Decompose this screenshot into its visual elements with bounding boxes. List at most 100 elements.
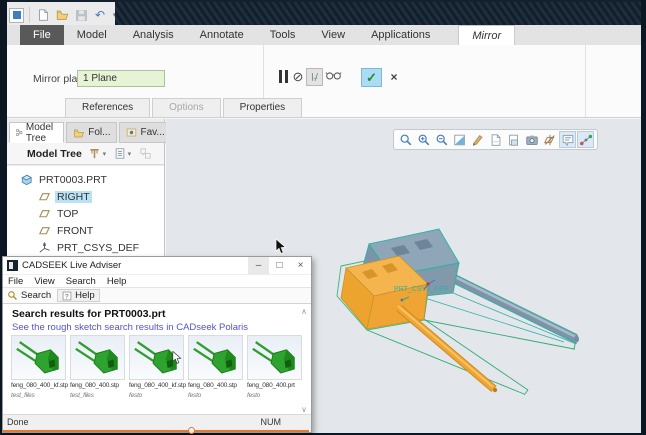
tree-item-front-plane[interactable]: FRONT: [7, 222, 164, 239]
tab-view[interactable]: View: [308, 25, 358, 45]
scroll-down-icon[interactable]: ∨: [301, 405, 307, 414]
subtab-properties[interactable]: Properties: [223, 98, 303, 117]
tab-analysis[interactable]: Analysis: [120, 25, 187, 45]
open-file-button[interactable]: [54, 6, 70, 24]
save-button[interactable]: [73, 6, 89, 24]
new-file-button[interactable]: [35, 6, 51, 24]
refit-icon: [453, 133, 467, 147]
tab-model-tree[interactable]: Model Tree: [9, 122, 64, 143]
zoom-icon: [399, 133, 413, 147]
filters-button[interactable]: [88, 147, 101, 160]
tree-item-csys[interactable]: PRT_CSYS_DEF: [7, 239, 164, 256]
mirror-rod: [448, 271, 579, 344]
menu-help[interactable]: Help: [107, 276, 127, 287]
result-thumbnail-4[interactable]: [188, 335, 243, 380]
maximize-button[interactable]: □: [269, 257, 290, 274]
dialog-title-bar[interactable]: CADSEEK Live Adviser – □ ×: [3, 257, 311, 275]
tree-item-part[interactable]: PRT0003.PRT: [7, 171, 164, 188]
tree-item-label: PRT_CSYS_DEF: [55, 242, 141, 254]
dashboard-subtabs: References Options Properties: [65, 98, 304, 117]
tree-item-top-plane[interactable]: TOP: [7, 205, 164, 222]
display-style-button[interactable]: [469, 131, 486, 148]
tab-applications[interactable]: Applications: [358, 25, 443, 45]
help-button[interactable]: ? Help: [57, 289, 100, 302]
refit-button[interactable]: [451, 131, 468, 148]
columns-dropdown-icon[interactable]: ▾: [126, 150, 133, 158]
dialog-title: CADSEEK Live Adviser: [22, 260, 248, 271]
search-label: Search: [21, 290, 51, 301]
mirror-plane-collector[interactable]: 1 Plane: [77, 70, 165, 87]
app-icon[interactable]: [9, 8, 24, 23]
menu-search[interactable]: Search: [66, 276, 96, 287]
filters-dropdown-icon[interactable]: ▾: [101, 150, 108, 158]
menu-file[interactable]: File: [8, 276, 23, 287]
tree-item-right-plane[interactable]: RIGHT: [7, 188, 164, 205]
navigator-tabs: Model Tree Fol... Fav...: [7, 119, 164, 143]
help-label: Help: [75, 290, 95, 301]
minimize-button[interactable]: –: [248, 257, 269, 274]
saved-orientations-button[interactable]: [487, 131, 504, 148]
filename: feng_080_400_kf.stp: [11, 382, 68, 389]
part-icon: [20, 173, 33, 186]
model-tree-toolbar: Model Tree ▾ ▾: [7, 143, 164, 165]
annotation-display-button[interactable]: [559, 131, 576, 148]
source-folder: test_files: [11, 392, 70, 399]
tab-folder-browser[interactable]: Fol...: [66, 122, 117, 143]
tree-item-label: PRT0003.PRT: [37, 174, 109, 186]
spin-center-icon: [579, 133, 593, 147]
cancel-button[interactable]: ×: [386, 68, 402, 86]
glasses-icon: [325, 69, 342, 81]
view-manager-icon: [507, 133, 521, 147]
feature-preview-toggle[interactable]: [306, 68, 323, 86]
capture-button[interactable]: [523, 131, 540, 148]
display-style-icon: [471, 133, 485, 147]
datum-display-button[interactable]: [541, 131, 558, 148]
result-thumbnail-1[interactable]: [11, 335, 66, 380]
tab-annotate[interactable]: Annotate: [187, 25, 257, 45]
cadseek-dialog: CADSEEK Live Adviser – □ × File View Sea…: [2, 256, 312, 433]
close-button[interactable]: ×: [290, 257, 311, 274]
ok-button[interactable]: ✓: [361, 68, 382, 87]
save-icon: [75, 9, 88, 22]
annotations-icon: [561, 133, 575, 147]
mirror-dashboard: Mirror plane 1 Plane ⊘ ✓ × References Op…: [7, 45, 641, 118]
tree-item-label: TOP: [55, 208, 80, 220]
tab-favorites[interactable]: Fav...: [119, 122, 171, 143]
progress-track[interactable]: [3, 429, 311, 432]
subtab-references[interactable]: References: [65, 98, 150, 117]
zoom-in-button[interactable]: [415, 131, 432, 148]
box-zoom-button[interactable]: [397, 131, 414, 148]
search-button[interactable]: Search: [7, 290, 51, 301]
tab-file[interactable]: File: [20, 25, 64, 45]
datum-plane-icon: [38, 207, 51, 220]
pause-button[interactable]: [276, 70, 290, 84]
window-title-area: [115, 2, 641, 25]
tree-columns-button[interactable]: [114, 147, 126, 160]
results-heading: Search results for PRT0003.prt: [12, 308, 165, 320]
tab-label: Model Tree: [26, 122, 57, 144]
tab-tools[interactable]: Tools: [257, 25, 309, 45]
view-manager-button[interactable]: [505, 131, 522, 148]
favorites-icon: [126, 127, 137, 138]
tab-model[interactable]: Model: [64, 25, 120, 45]
tree-item-label: FRONT: [55, 225, 95, 237]
result-thumbnail-2[interactable]: [70, 335, 125, 380]
verify-glasses-icon[interactable]: [323, 68, 343, 86]
scroll-up-icon[interactable]: ∧: [301, 307, 307, 316]
progress-handle[interactable]: [188, 427, 195, 434]
zoom-out-button[interactable]: [433, 131, 450, 148]
dashboard-controls: ⊘ ✓ ×: [276, 67, 402, 87]
tree-item-label: RIGHT: [55, 191, 92, 203]
tab-label: Fol...: [88, 127, 110, 138]
tree-settings-button[interactable]: [139, 147, 152, 160]
polaris-link[interactable]: See the rough sketch search results in C…: [12, 322, 248, 333]
divider: [29, 7, 30, 23]
result-thumbnail-5[interactable]: [247, 335, 302, 380]
spin-center-button[interactable]: [577, 131, 594, 148]
menu-view[interactable]: View: [34, 276, 54, 287]
tab-mirror[interactable]: Mirror: [458, 25, 515, 45]
ribbon-tab-bar: File Model Analysis Annotate Tools View …: [7, 25, 641, 45]
3d-model[interactable]: PRT_CSYS_DEF: [336, 226, 606, 396]
no-preview-button[interactable]: ⊘: [290, 69, 306, 85]
undo-button[interactable]: ↶: [92, 6, 108, 24]
